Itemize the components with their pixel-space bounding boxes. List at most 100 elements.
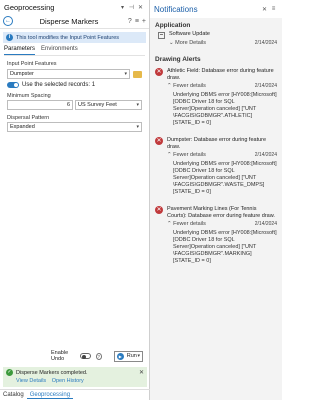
alert-body: Athletic Field: Database error during fe… — [167, 68, 277, 127]
run-area: Enable Undo ? ▶ Run ▾ — [0, 349, 150, 363]
spacing-unit-dropdown[interactable]: US Survey Feet ▾ — [75, 100, 142, 110]
spacing-unit-value: US Survey Feet — [78, 102, 117, 108]
pane-options-icon[interactable]: ▾ — [118, 4, 127, 11]
use-selected-row: Use the selected records: 1 — [7, 82, 142, 88]
chevron-down-icon[interactable]: ▾ — [137, 353, 140, 359]
alert-detail: Underlying DBMS error [HY008:[Microsoft]… — [173, 92, 277, 126]
alert-title: Athletic Field: Database error during fe… — [167, 68, 274, 81]
menu-icon[interactable]: ≡ — [269, 6, 278, 12]
more-details-label: More Details — [175, 40, 207, 46]
run-button[interactable]: ▶ Run ▾ — [113, 350, 143, 362]
fewer-details-button[interactable]: ⌃ Fewer details — [167, 83, 206, 89]
status-text: Disperse Markers completed. — [16, 369, 88, 376]
fewer-details-button[interactable]: ⌃ Fewer details — [167, 152, 206, 158]
notification-date: 2/14/2024 — [254, 83, 277, 89]
notification-date: 2/14/2024 — [254, 152, 277, 158]
pattern-dropdown[interactable]: Expanded ▾ — [7, 122, 142, 132]
success-check-icon: ✓ — [6, 369, 13, 376]
fewer-details-label: Fewer details — [173, 83, 206, 89]
notifications-pane: Notifications ✕ ≡ Application Software U… — [150, 0, 282, 400]
input-features-label: Input Point Features — [7, 61, 57, 67]
alert-detail: Underlying DBMS error [HY008:[Microsoft]… — [173, 230, 277, 264]
geoprocessing-title: Geoprocessing — [4, 2, 55, 12]
error-icon: ✕ — [155, 137, 163, 145]
menu-icon[interactable]: ≡ — [135, 18, 139, 25]
tab-geoprocessing[interactable]: Geoprocessing — [26, 392, 74, 399]
drawing-alerts-heading: Drawing Alerts — [155, 56, 201, 63]
notification-date: 2/14/2024 — [254, 40, 277, 46]
open-history-link[interactable]: Open History — [52, 378, 84, 384]
software-update-body: Software Update ⌄ More Details 2/14/2024 — [169, 31, 277, 46]
software-update-item: Software Update ⌄ More Details 2/14/2024 — [150, 30, 282, 46]
alert-body: Dumpster: Database error during feature … — [167, 137, 277, 196]
folder-icon[interactable] — [133, 70, 142, 78]
fewer-details-label: Fewer details — [173, 221, 206, 227]
info-icon: i — [6, 34, 13, 41]
tab-parameters[interactable]: Parameters — [4, 46, 36, 55]
pin-icon[interactable]: ⊣ — [127, 4, 136, 11]
enable-undo-toggle[interactable] — [80, 353, 91, 359]
geoprocessing-pane: Geoprocessing ▾ ⊣ ✕ ← Disperse Markers ?… — [0, 0, 150, 400]
geoprocessing-header: Geoprocessing ▾ ⊣ ✕ — [0, 0, 149, 14]
notifications-title: Notifications — [154, 4, 198, 14]
alert-item: ✕ Athletic Field: Database error during … — [150, 64, 282, 127]
run-label: Run — [126, 353, 137, 359]
more-details-row: ⌄ More Details 2/14/2024 — [169, 40, 277, 46]
parameters-form: Input Point Features Dumpster ▾ Use the … — [0, 61, 149, 132]
alert-item: ✕ Dumpster: Database error during featur… — [150, 133, 282, 196]
pattern-label: Dispersal Pattern — [7, 115, 50, 121]
tab-catalog[interactable]: Catalog — [0, 392, 27, 398]
more-details-button[interactable]: ⌄ More Details — [169, 40, 206, 46]
chevron-down-icon: ▾ — [136, 102, 139, 108]
use-selected-toggle[interactable] — [7, 82, 19, 88]
spacing-row: 6 US Survey Feet ▾ — [7, 100, 142, 110]
fewer-details-row: ⌃ Fewer details 2/14/2024 — [167, 83, 277, 89]
alert-title: Pavement Marking Lines (For Tennis Court… — [167, 206, 275, 219]
status-message: ✓ Disperse Markers completed. View Detai… — [3, 367, 147, 387]
notification-date: 2/14/2024 — [254, 221, 277, 227]
help-icon[interactable]: ? — [95, 352, 102, 360]
fewer-details-row: ⌃ Fewer details 2/14/2024 — [167, 221, 277, 227]
view-details-link[interactable]: View Details — [16, 378, 46, 384]
info-message: i This tool modifies the Input Point Fea… — [3, 32, 146, 43]
tool-title: Disperse Markers — [39, 16, 99, 26]
close-icon[interactable]: ✕ — [260, 6, 269, 13]
status-links: View Details Open History — [16, 378, 144, 384]
application-heading: Application — [155, 22, 191, 29]
info-text: This tool modifies the Input Point Featu… — [16, 34, 120, 41]
input-features-dropdown[interactable]: Dumpster ▾ — [7, 69, 130, 79]
alert-detail: Underlying DBMS error [HY008:[Microsoft]… — [173, 161, 277, 195]
chevron-down-icon: ▾ — [136, 124, 139, 130]
software-update-icon — [158, 32, 165, 39]
input-features-value: Dumpster — [10, 71, 34, 77]
fewer-details-label: Fewer details — [173, 152, 206, 158]
alert-title: Dumpster: Database error during feature … — [167, 137, 267, 150]
input-features-row: Dumpster ▾ — [7, 69, 142, 79]
chevron-down-icon: ▾ — [124, 71, 127, 77]
alert-item: ✕ Pavement Marking Lines (For Tennis Cou… — [150, 202, 282, 265]
use-selected-label: Use the selected records: 1 — [22, 82, 96, 88]
close-icon[interactable]: ✕ — [139, 369, 144, 376]
spacing-label: Minimum Spacing — [7, 93, 51, 99]
help-circle-icon[interactable]: ? — [128, 18, 132, 25]
tab-environments[interactable]: Environments — [41, 46, 78, 55]
fewer-details-row: ⌃ Fewer details 2/14/2024 — [167, 152, 277, 158]
alert-body: Pavement Marking Lines (For Tennis Court… — [167, 206, 277, 265]
enable-undo-label: Enable Undo — [51, 350, 69, 362]
status-line: ✓ Disperse Markers completed. — [6, 369, 144, 376]
play-icon: ▶ — [116, 352, 124, 360]
spacing-value: 6 — [66, 102, 70, 108]
tool-header: ← Disperse Markers ? ≡ + — [0, 14, 149, 29]
spacing-input[interactable]: 6 — [7, 100, 73, 110]
pattern-value: Expanded — [10, 124, 35, 130]
error-icon: ✕ — [155, 206, 163, 214]
close-icon[interactable]: ✕ — [136, 4, 145, 11]
tool-tabs: Parameters Environments — [4, 46, 145, 56]
fewer-details-button[interactable]: ⌃ Fewer details — [167, 221, 206, 227]
software-update-title: Software Update — [169, 31, 210, 37]
add-icon[interactable]: + — [142, 18, 146, 25]
error-icon: ✕ — [155, 68, 163, 76]
back-button[interactable]: ← — [3, 16, 13, 26]
notifications-header: Notifications ✕ ≡ — [150, 0, 282, 18]
bottom-tabs: Catalog Geoprocessing — [0, 389, 150, 400]
